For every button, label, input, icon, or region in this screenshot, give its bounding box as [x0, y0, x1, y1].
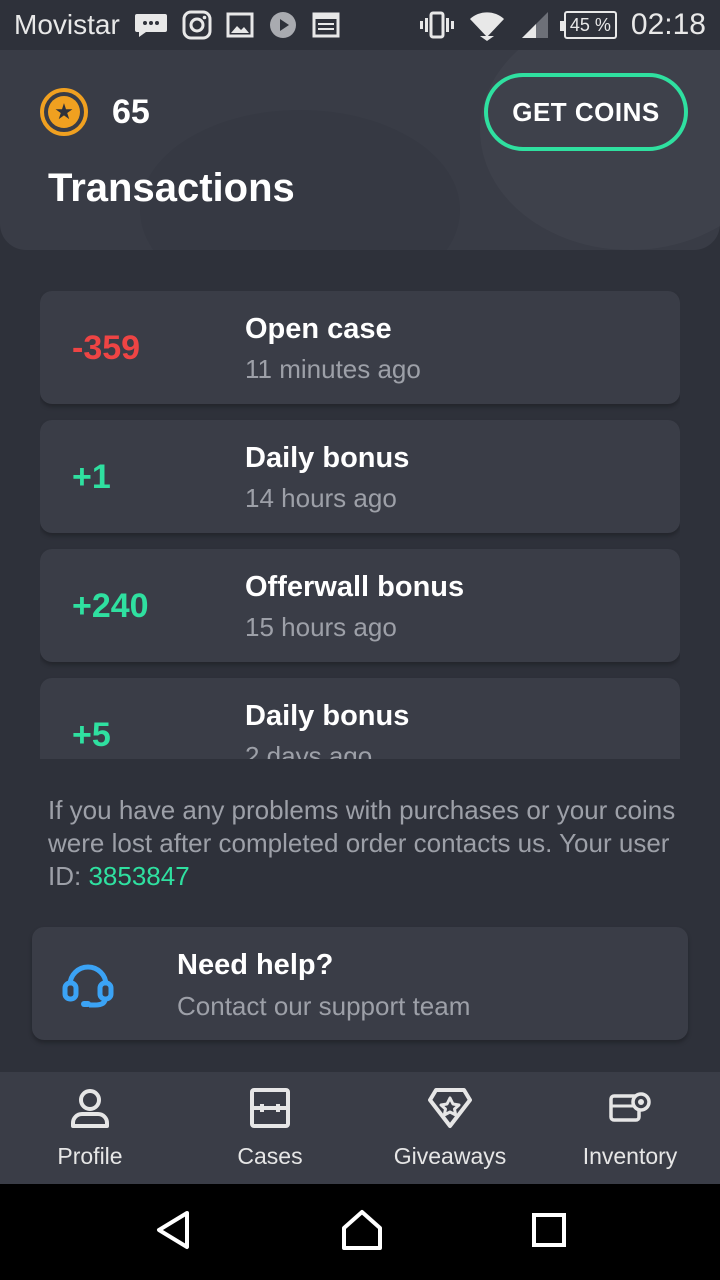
transaction-title: Open case	[245, 313, 392, 345]
transaction-amount: +1	[72, 458, 111, 496]
transaction-time: 14 hours ago	[245, 483, 397, 513]
transaction-title: Daily bonus	[245, 700, 410, 732]
page-title: Transactions	[48, 166, 295, 210]
transaction-item: +1 Daily bonus 14 hours ago	[40, 420, 680, 533]
nav-item-giveaways[interactable]: Giveaways	[360, 1072, 540, 1184]
nav-item-inventory[interactable]: Inventory	[540, 1072, 720, 1184]
need-help-card[interactable]: Need help? Contact our support team	[32, 927, 688, 1040]
inventory-icon	[608, 1086, 652, 1135]
instagram-icon	[182, 10, 212, 40]
get-coins-button[interactable]: GET COINS	[484, 73, 688, 151]
nav-item-profile[interactable]: Profile	[0, 1072, 180, 1184]
status-bar: Movistar 45 % 02:18	[0, 0, 720, 50]
app-screen: ★ 65 GET COINS Transactions -359 Open ca…	[0, 50, 720, 1184]
transaction-item: +240 Offerwall bonus 15 hours ago	[40, 549, 680, 662]
cases-icon	[248, 1086, 292, 1135]
coin-balance-display: ★ 65	[40, 88, 150, 136]
bottom-navigation: Profile Cases Giveaways Inventory	[0, 1072, 720, 1184]
nav-label: Giveaways	[393, 1143, 507, 1169]
transaction-time: 11 minutes ago	[245, 354, 421, 384]
battery-indicator: 45 %	[559, 11, 617, 39]
headset-icon	[62, 959, 114, 1014]
transaction-amount: +5	[72, 716, 111, 754]
need-help-title: Need help?	[177, 949, 334, 981]
transaction-title: Daily bonus	[245, 442, 410, 474]
system-navigation-bar	[0, 1184, 720, 1280]
carrier-name: Movistar	[14, 9, 120, 40]
transaction-time: 2 days ago	[245, 741, 373, 759]
nav-label: Cases	[237, 1143, 303, 1169]
transaction-list[interactable]: -359 Open case 11 minutes ago +1 Daily b…	[40, 291, 680, 759]
nav-label: Inventory	[582, 1143, 678, 1169]
transaction-time: 15 hours ago	[245, 612, 397, 642]
gallery-icon	[226, 11, 254, 39]
user-id: 3853847	[88, 861, 190, 891]
transaction-amount: -359	[72, 329, 141, 367]
giveaways-icon	[428, 1086, 472, 1135]
vibrate-icon	[419, 10, 454, 40]
back-icon[interactable]	[153, 1209, 193, 1256]
transaction-item: -359 Open case 11 minutes ago	[40, 291, 680, 404]
recents-icon[interactable]	[531, 1212, 567, 1253]
home-icon[interactable]	[340, 1208, 384, 1257]
clock: 02:18	[630, 8, 706, 41]
transaction-item: +5 Daily bonus 2 days ago	[40, 678, 680, 759]
support-info-text: If you have any problems with purchases …	[48, 794, 688, 893]
message-icon	[134, 12, 168, 38]
calendar-icon	[312, 11, 340, 39]
nav-label: Profile	[57, 1143, 123, 1169]
coin-balance: 65	[112, 92, 150, 131]
transaction-title: Offerwall bonus	[245, 571, 465, 603]
play-icon	[268, 10, 298, 40]
transaction-amount: +240	[72, 587, 149, 625]
signal-icon	[520, 10, 550, 40]
nav-item-cases[interactable]: Cases	[180, 1072, 360, 1184]
coin-icon: ★	[40, 88, 88, 136]
profile-icon	[68, 1086, 112, 1135]
need-help-subtitle: Contact our support team	[177, 991, 471, 1021]
wifi-icon	[468, 9, 506, 41]
